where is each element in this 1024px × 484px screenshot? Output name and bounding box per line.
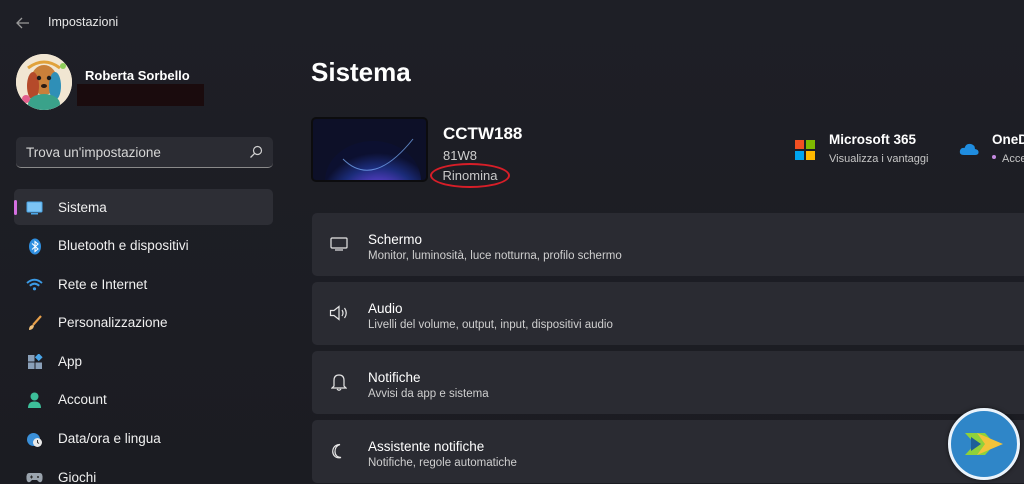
search-input[interactable]: Trova un'impostazione [26, 145, 161, 160]
card-audio[interactable]: Audio Livelli del volume, output, input,… [312, 282, 1024, 345]
sidebar-item-sistema[interactable]: Sistema [14, 189, 273, 225]
sidebar-item-data-ora[interactable]: Data/ora e lingua [14, 421, 273, 457]
card-title: Notifiche [368, 370, 421, 385]
settings-window: Impostazioni Roberta Sorbello Trova un'i… [0, 0, 1024, 484]
person-icon [26, 392, 43, 409]
sidebar-item-label: Personalizzazione [58, 315, 168, 331]
moon-icon [329, 441, 349, 461]
bell-icon [329, 372, 349, 392]
card-schermo[interactable]: Schermo Monitor, luminosità, luce nottur… [312, 213, 1024, 276]
wifi-icon [26, 276, 43, 293]
avatar-image [16, 54, 72, 110]
sidebar-item-label: App [58, 353, 83, 369]
active-indicator [14, 200, 17, 215]
search-box[interactable]: Trova un'impostazione [16, 137, 273, 168]
profile-name: Roberta Sorbello [85, 68, 190, 83]
sidebar-item-label: Giochi [58, 469, 97, 484]
sidebar-item-rete[interactable]: Rete e Internet [14, 266, 273, 302]
device-thumbnail [311, 117, 428, 182]
avatar[interactable] [16, 54, 72, 110]
promo-subtitle: Acce [1002, 153, 1024, 165]
globe-clock-icon [26, 431, 43, 448]
brush-icon [26, 315, 43, 332]
monitor-icon [26, 199, 43, 216]
device-model: 81W8 [443, 148, 477, 163]
card-subtitle: Avvisi da app e sistema [368, 388, 489, 400]
rename-label[interactable]: Rinomina [443, 168, 498, 183]
microsoft-logo-icon [795, 140, 815, 160]
promo-subtitle: Visualizza i vantaggi [829, 153, 929, 165]
promo-microsoft-365[interactable]: Microsoft 365 Visualizza i vantaggi [793, 131, 953, 171]
card-subtitle: Notifiche, regole automatiche [368, 457, 517, 469]
watermark-logo [948, 408, 1020, 480]
rename-link[interactable]: Rinomina [430, 163, 510, 188]
sidebar-nav: Sistema Bluetooth e dispositivi Rete e I… [14, 189, 273, 484]
card-title: Schermo [368, 232, 423, 247]
card-assistente-notifiche[interactable]: Assistente notifiche Notifiche, regole a… [312, 420, 1024, 483]
display-icon [329, 234, 349, 254]
sidebar-item-app[interactable]: App [14, 343, 273, 379]
page-title: Sistema [311, 57, 411, 87]
card-subtitle: Livelli del volume, output, input, dispo… [368, 319, 613, 331]
sidebar-item-bluetooth[interactable]: Bluetooth e dispositivi [14, 228, 273, 264]
sidebar-item-account[interactable]: Account [14, 382, 273, 418]
arrow-left-icon [16, 17, 29, 29]
bluetooth-icon [26, 238, 43, 255]
app-title: Impostazioni [48, 15, 119, 29]
promo-onedrive[interactable]: OneD Acce [957, 131, 1024, 171]
promo-title: Microsoft 365 [829, 132, 917, 147]
card-title: Audio [368, 301, 403, 316]
card-subtitle: Monitor, luminosità, luce notturna, prof… [368, 250, 622, 262]
sidebar-item-label: Bluetooth e dispositivi [58, 238, 189, 254]
card-title: Assistente notifiche [368, 439, 485, 454]
speaker-icon [329, 303, 349, 323]
apps-icon [26, 353, 43, 370]
sidebar-item-label: Account [58, 392, 107, 408]
back-button[interactable] [12, 12, 34, 34]
sidebar-item-giochi[interactable]: Giochi [14, 459, 273, 484]
promo-title: OneD [992, 132, 1024, 147]
sidebar-item-label: Rete e Internet [58, 276, 148, 292]
card-notifiche[interactable]: Notifiche Avvisi da app e sistema [312, 351, 1024, 414]
status-dot [992, 155, 996, 159]
search-icon[interactable] [249, 145, 263, 159]
sidebar-item-personalizzazione[interactable]: Personalizzazione [14, 305, 273, 341]
gamepad-icon [26, 469, 43, 484]
redacted-email [77, 84, 204, 106]
device-name: CCTW188 [443, 124, 523, 143]
sidebar-item-label: Sistema [58, 199, 107, 215]
onedrive-cloud-icon [959, 143, 979, 155]
sidebar-item-label: Data/ora e lingua [58, 431, 161, 447]
title-bar: Impostazioni [0, 0, 1024, 46]
settings-list: Schermo Monitor, luminosità, luce nottur… [312, 213, 1024, 484]
